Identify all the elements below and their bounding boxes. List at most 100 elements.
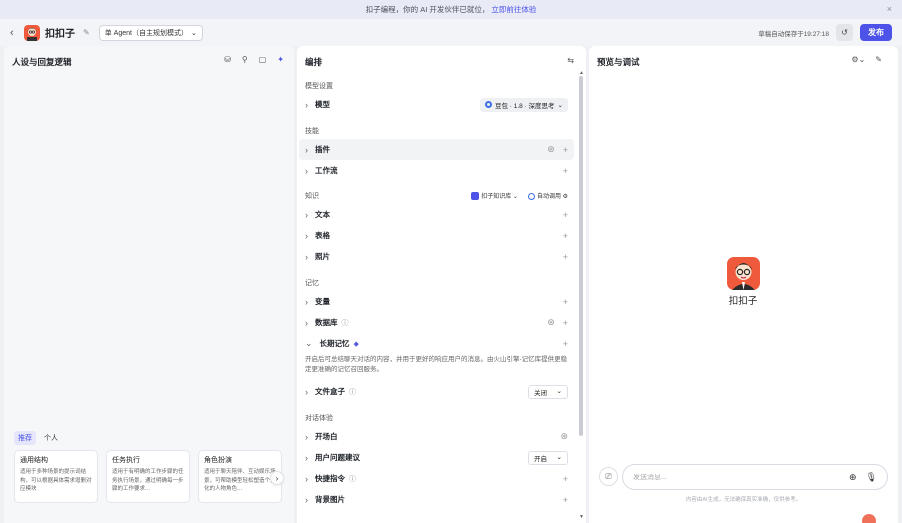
chevron-right-icon[interactable]: › (270, 471, 284, 485)
row-label: 文本 (315, 210, 330, 219)
row-background[interactable]: › 背景图片 + (299, 489, 574, 510)
template-card[interactable]: 任务执行 适用于有明确的工作步骤的任务执行场景，通过明确每一步骤的工作要求… (106, 450, 190, 503)
edit-icon[interactable]: ✎ (83, 28, 90, 37)
banner-text: 扣子编程，你的 AI 开发伙伴已就位， (365, 5, 490, 14)
chevron-right-icon: › (305, 473, 308, 484)
row-opening[interactable]: › 开场白 ⊛ (299, 426, 574, 447)
kb-auto-value: 自动调用 (536, 193, 561, 200)
template-cards: 通用结构 适用于多种场景的提示词结构，可以根据具体需求增删对应模块 任务执行 适… (14, 450, 282, 503)
row-plugin[interactable]: › 插件 ⊛ + (299, 139, 574, 160)
expand-icon[interactable]: ▢ (259, 55, 267, 64)
chevron-right-icon: › (305, 230, 308, 241)
add-icon[interactable]: + (563, 145, 568, 155)
banner-link[interactable]: 立即前往体验 (491, 4, 536, 15)
chevron-right-icon: › (305, 431, 308, 442)
add-icon[interactable]: + (563, 318, 568, 328)
section-header: 模型设置 (305, 83, 333, 90)
info-icon[interactable]: ⓘ (349, 387, 356, 397)
row-table[interactable]: › 表格 + (299, 225, 574, 246)
auto-add-icon[interactable]: ⊛ (560, 431, 568, 442)
model-select[interactable]: 豆包 · 1.8 · 深度思考 ⌄ (479, 97, 568, 112)
chevron-down-icon: ⌄ (557, 101, 563, 109)
auto-add-icon[interactable]: ⊛ (547, 144, 555, 155)
info-icon[interactable]: ⓘ (342, 318, 349, 328)
preview-panel: 预览与调试 ⚙⌄ ✎ 扣扣子 ⎚ ⊕ 🎙 内容由AI生成，无法确保真实准确，仅供… (589, 46, 898, 523)
persona-panel: 人设与回复逻辑 ⛁ ⚲ ▢ ✦ 推荐 个人 通用结构 适用于多种场景的提示词结构… (4, 46, 294, 523)
add-icon[interactable]: + (563, 210, 568, 220)
row-longterm-memory[interactable]: ⌄ 长期记忆 ◆ + (299, 333, 574, 354)
chevron-down-icon: ⌄ (190, 29, 197, 37)
template-icon[interactable]: ⛁ (224, 55, 231, 64)
add-icon[interactable]: + (563, 166, 568, 176)
assistant-fab[interactable] (862, 514, 876, 523)
message-input-box: ⊕ 🎙 (622, 464, 888, 490)
filebox-select[interactable]: 关闭 ⌄ (528, 384, 568, 399)
preview-toolbar: ⚙⌄ ✎ (851, 55, 882, 64)
section-header: 记忆 (305, 280, 319, 287)
row-text[interactable]: › 文本 + (299, 204, 574, 225)
row-suggest[interactable]: › 用户问题建议 开启 ⌄ (299, 447, 574, 468)
add-attachment-icon[interactable]: ⊕ (849, 472, 857, 483)
add-icon[interactable]: + (563, 297, 568, 307)
chevron-right-icon: › (305, 209, 308, 220)
add-icon[interactable]: + (563, 339, 568, 349)
kb-icon (471, 192, 480, 201)
chevron-right-icon: › (305, 144, 308, 155)
message-input[interactable] (633, 473, 841, 481)
tab-recommended[interactable]: 推荐 (14, 431, 36, 445)
history-icon[interactable]: ↺ (836, 24, 853, 41)
model-logo-icon (484, 101, 492, 108)
longterm-desc: 开启后可总结聊天对话的内容，并用于更好的响应用户的消息。由火山引擎-记忆库提供更… (305, 356, 568, 373)
optimize-icon[interactable]: ✦ (277, 55, 284, 64)
card-title: 任务执行 (112, 457, 140, 464)
knowledge-header: 知识 扣子知识库 ⌄ 自动调用 ⚙ (299, 187, 574, 204)
row-label: 模型 (315, 100, 330, 109)
publish-button[interactable]: 发布 (860, 24, 892, 41)
add-icon[interactable]: + (563, 495, 568, 505)
row-database[interactable]: › 数据库 ⓘ ⊛ + (299, 312, 574, 333)
add-icon[interactable]: + (563, 231, 568, 241)
row-label: 工作流 (315, 166, 338, 175)
agent-mode-select[interactable]: 单 Agent（自主规划模式） ⌄ (98, 24, 203, 41)
row-label: 开场白 (315, 432, 338, 441)
clear-history-icon[interactable]: ⎚ (599, 467, 618, 486)
filebox-value: 关闭 (534, 389, 547, 397)
suggest-select[interactable]: 开启 ⌄ (528, 450, 568, 465)
row-label: 快捷指令 (315, 474, 345, 483)
card-title: 角色扮演 (204, 457, 232, 464)
card-desc: 适用于多种场景的提示词结构，可以根据具体需求增删对应模块 (20, 469, 92, 492)
suggest-value: 开启 (534, 455, 547, 463)
tab-personal[interactable]: 个人 (40, 431, 62, 445)
row-model[interactable]: › 模型 豆包 · 1.8 · 深度思考 ⌄ (299, 94, 574, 115)
chevron-right-icon: › (305, 165, 308, 176)
layout-switch-icon[interactable]: ⇆ (567, 56, 574, 65)
add-icon[interactable]: + (563, 474, 568, 484)
tip-icon[interactable]: ⚲ (242, 55, 248, 64)
info-icon[interactable]: ⓘ (349, 474, 356, 484)
row-photo[interactable]: › 照片 + (299, 246, 574, 267)
scrollbar[interactable] (579, 76, 583, 436)
row-workflow[interactable]: › 工作流 + (299, 160, 574, 181)
agent-mode-value: 单 Agent（自主规划模式） (104, 29, 188, 37)
chevron-down-icon: ⌄ (305, 338, 313, 348)
row-variable[interactable]: › 变量 + (299, 291, 574, 312)
close-icon[interactable]: × (887, 4, 892, 14)
auto-add-icon[interactable]: ⊛ (547, 317, 555, 328)
add-icon[interactable]: + (563, 252, 568, 262)
template-card[interactable]: 通用结构 适用于多种场景的提示词结构，可以根据具体需求增删对应模块 (14, 450, 98, 503)
back-icon[interactable]: ‹ (10, 27, 22, 39)
row-shortcut[interactable]: › 快捷指令 ⓘ + (299, 468, 574, 489)
row-label: 变量 (315, 297, 330, 306)
settings-icon[interactable]: ⚙⌄ (851, 55, 865, 64)
bot-avatar (726, 257, 760, 290)
scroll-down-icon[interactable]: ▼ (579, 514, 584, 520)
kb-source-select[interactable]: 扣子知识库 ⌄ (471, 191, 518, 201)
row-filebox[interactable]: › 文件盒子 ⓘ 关闭 ⌄ (299, 381, 574, 402)
bot-avatar (24, 24, 40, 41)
persona-toolbar: ⛁ ⚲ ▢ ✦ (224, 55, 284, 64)
microphone-icon[interactable]: 🎙 (866, 472, 877, 483)
clean-icon[interactable]: ✎ (875, 55, 882, 64)
kb-auto-select[interactable]: 自动调用 ⚙ (527, 191, 568, 200)
model-value: 豆包 · 1.8 · 深度思考 (494, 102, 555, 110)
ai-disclaimer: 内容由AI生成，无法确保真实准确，仅供参考。 (685, 497, 802, 503)
